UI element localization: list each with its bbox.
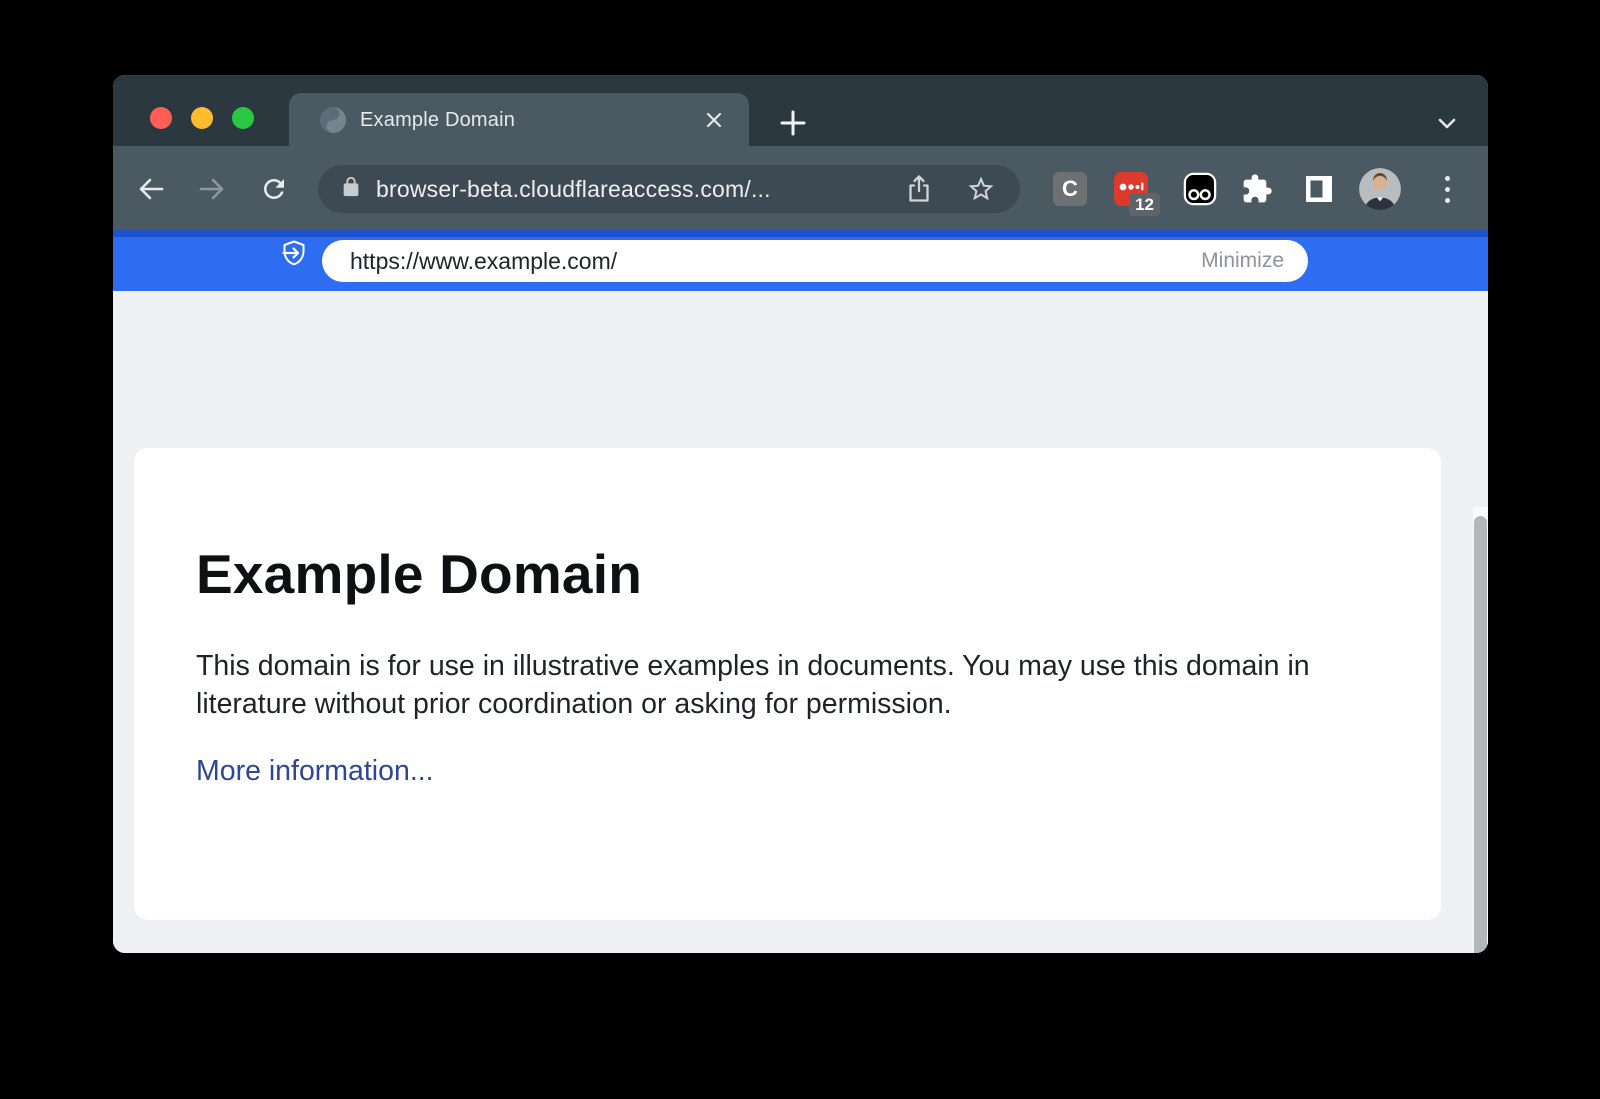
address-bar[interactable]: browser-beta.cloudflareaccess.com/... bbox=[318, 165, 1020, 213]
share-icon[interactable] bbox=[902, 172, 936, 206]
page-title: Example Domain bbox=[196, 448, 1379, 605]
new-tab-button[interactable] bbox=[777, 107, 809, 139]
browser-window: Example Domain bbox=[113, 75, 1488, 953]
tab-search-chevron-icon[interactable] bbox=[1431, 109, 1463, 137]
shield-arrow-icon bbox=[280, 239, 308, 267]
c-extension-icon[interactable]: C bbox=[1053, 172, 1087, 206]
bookmark-star-icon[interactable] bbox=[964, 172, 998, 206]
isolated-url-bar: Minimize bbox=[322, 240, 1308, 282]
minimize-button[interactable]: Minimize bbox=[1201, 249, 1284, 273]
address-bar-url: browser-beta.cloudflareaccess.com/... bbox=[376, 176, 902, 203]
scrollbar-thumb[interactable] bbox=[1474, 516, 1487, 953]
macos-minimize-button[interactable] bbox=[191, 107, 213, 129]
forward-button[interactable] bbox=[194, 171, 230, 207]
extension-badge: 12 bbox=[1129, 193, 1160, 216]
goggles-extension-icon[interactable] bbox=[1183, 172, 1217, 206]
extensions-puzzle-icon[interactable] bbox=[1240, 172, 1274, 206]
example-domain-card: Example Domain This domain is for use in… bbox=[134, 448, 1441, 920]
macos-close-button[interactable] bbox=[150, 107, 172, 129]
reload-button[interactable] bbox=[256, 171, 292, 207]
browser-tab[interactable]: Example Domain bbox=[289, 93, 749, 147]
back-button[interactable] bbox=[133, 171, 169, 207]
password-manager-extension-icon[interactable]: 12 bbox=[1114, 172, 1148, 206]
tab-title: Example Domain bbox=[360, 109, 701, 132]
isolated-url-input[interactable] bbox=[348, 247, 1201, 276]
macos-zoom-button[interactable] bbox=[232, 107, 254, 129]
globe-favicon-icon bbox=[319, 106, 347, 134]
page-paragraph: This domain is for use in illustrative e… bbox=[196, 647, 1346, 723]
tab-strip: Example Domain bbox=[113, 75, 1488, 146]
browser-menu-icon[interactable] bbox=[1435, 171, 1459, 207]
tab-close-icon[interactable] bbox=[701, 107, 727, 133]
lock-icon[interactable] bbox=[340, 176, 362, 203]
page-viewport: Example Domain This domain is for use in… bbox=[113, 291, 1488, 953]
profile-avatar[interactable] bbox=[1359, 168, 1401, 210]
side-panel-icon[interactable] bbox=[1302, 172, 1336, 206]
more-information-link[interactable]: More information... bbox=[196, 755, 434, 788]
